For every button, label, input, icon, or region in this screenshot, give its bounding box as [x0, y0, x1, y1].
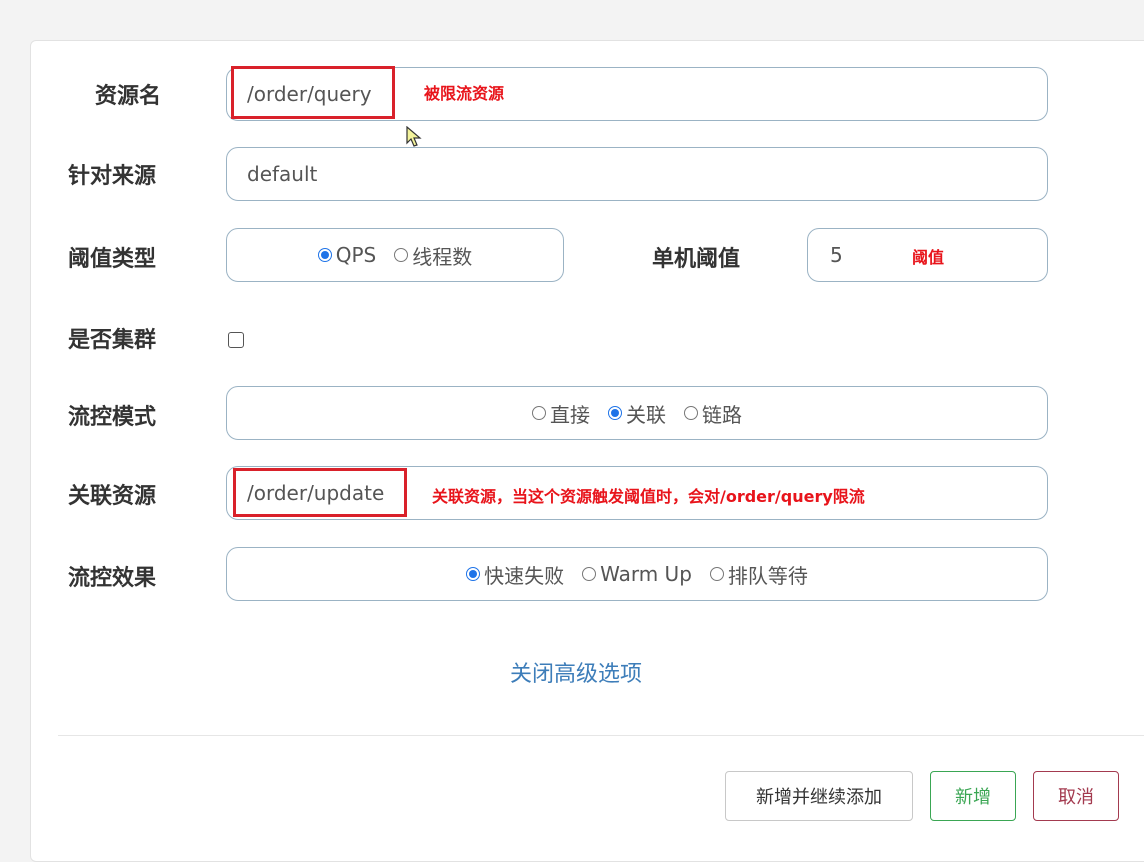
- resource-name-label: 资源名: [95, 84, 162, 109]
- cancel-button[interactable]: 取消: [1033, 771, 1119, 821]
- annotation-ref-resource: 关联资源，当这个资源触发阈值时，会对/order/query限流: [432, 487, 865, 506]
- ref-resource-label: 关联资源: [68, 484, 157, 509]
- footer-divider: [58, 735, 1144, 736]
- highlight-box-ref-resource: [233, 468, 407, 517]
- cluster-checkbox[interactable]: [228, 332, 244, 348]
- radio-checked-icon[interactable]: [317, 248, 332, 262]
- radio-checked-icon[interactable]: [608, 406, 622, 420]
- behavior-option-warm-up-label: Warm Up: [600, 562, 692, 586]
- radio-unchecked-icon[interactable]: [394, 248, 409, 262]
- mouse-cursor-icon: [406, 126, 422, 147]
- grade-option-qps-label: QPS: [335, 243, 377, 267]
- limit-app-input[interactable]: [226, 147, 1048, 201]
- control-behavior-label: 流控效果: [68, 566, 157, 591]
- behavior-option-fast-fail[interactable]: 快速失败: [466, 560, 564, 589]
- limit-app-text[interactable]: [227, 148, 1047, 200]
- grade-option-thread[interactable]: 线程数: [394, 241, 472, 270]
- highlight-box-resource: [231, 66, 395, 119]
- behavior-option-queue-label: 排队等待: [727, 563, 808, 588]
- grade-radio-group: QPS 线程数: [226, 228, 564, 282]
- cluster-label: 是否集群: [68, 328, 157, 353]
- add-button[interactable]: 新增: [930, 771, 1016, 821]
- radio-unchecked-icon[interactable]: [684, 406, 698, 420]
- strategy-option-chain[interactable]: 链路: [684, 399, 742, 428]
- strategy-option-chain-label: 链路: [702, 402, 742, 427]
- annotation-threshold: 阈值: [912, 248, 945, 267]
- control-behavior-radio-group: 快速失败 Warm Up 排队等待: [226, 547, 1048, 601]
- add-and-continue-button[interactable]: 新增并继续添加: [725, 771, 913, 821]
- threshold-label: 单机阈值: [652, 247, 741, 272]
- behavior-option-fast-fail-label: 快速失败: [484, 563, 565, 588]
- radio-checked-icon[interactable]: [466, 567, 481, 581]
- strategy-option-direct[interactable]: 直接: [532, 399, 590, 428]
- grade-label: 阈值类型: [68, 247, 157, 272]
- behavior-option-queue[interactable]: 排队等待: [709, 560, 808, 589]
- grade-option-thread-label: 线程数: [412, 244, 473, 269]
- radio-unchecked-icon[interactable]: [709, 567, 724, 581]
- strategy-label: 流控模式: [68, 405, 157, 430]
- radio-unchecked-icon[interactable]: [582, 567, 597, 581]
- limit-app-label: 针对来源: [68, 164, 157, 189]
- advanced-options-toggle-link[interactable]: 关闭高级选项: [510, 656, 642, 688]
- behavior-option-warm-up[interactable]: Warm Up: [582, 562, 692, 586]
- annotation-resource: 被限流资源: [424, 84, 505, 103]
- strategy-radio-group: 直接 关联 链路: [226, 386, 1048, 440]
- radio-unchecked-icon[interactable]: [532, 406, 546, 420]
- strategy-option-direct-label: 直接: [550, 402, 590, 427]
- strategy-option-relate-label: 关联: [626, 402, 666, 427]
- grade-option-qps[interactable]: QPS: [317, 243, 377, 267]
- strategy-option-relate[interactable]: 关联: [608, 399, 666, 428]
